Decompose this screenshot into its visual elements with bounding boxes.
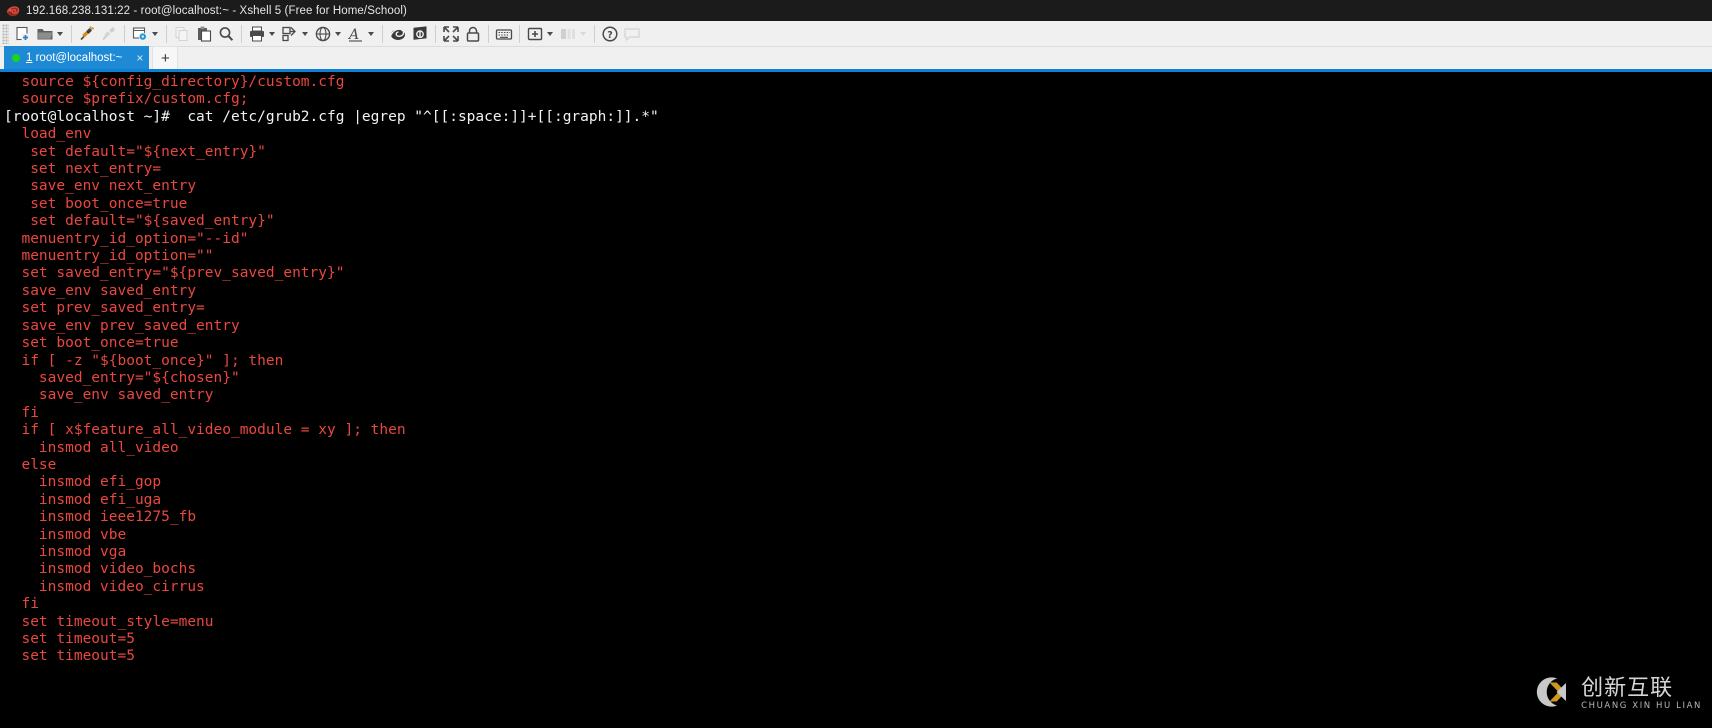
session-properties-caret[interactable] bbox=[152, 31, 158, 36]
terminal-line: menuentry_id_option="" bbox=[4, 248, 214, 265]
terminal-line: set timeout_style=menu bbox=[4, 613, 214, 630]
terminal-line: saved_entry="${chosen}" bbox=[4, 369, 240, 386]
find-button[interactable] bbox=[215, 23, 237, 45]
new-session-button[interactable] bbox=[12, 23, 34, 45]
terminal-output-area[interactable]: source ${config_directory}/custom.cfg so… bbox=[0, 72, 1712, 723]
terminal-line: set boot_once=true bbox=[4, 195, 188, 212]
main-toolbar: A ? bbox=[0, 21, 1712, 47]
terminal-line: insmod efi_gop bbox=[4, 474, 162, 491]
terminal-line: set prev_saved_entry= bbox=[4, 300, 205, 317]
fullscreen-button[interactable] bbox=[440, 23, 462, 45]
watermark: 创新互联 CHUANG XIN HU LIAN bbox=[1527, 672, 1702, 717]
session-tab-label: 1 root@localhost:~ bbox=[26, 52, 122, 64]
terminal-line: insmod video_bochs bbox=[4, 561, 197, 578]
terminal-line: if [ -z "${boot_once}" ]; then bbox=[4, 352, 284, 369]
terminal-line: set boot_once=true bbox=[4, 335, 179, 352]
terminal-line: set saved_entry="${prev_saved_entry}" bbox=[4, 265, 345, 282]
chat-button bbox=[621, 23, 643, 45]
xshell-app-icon bbox=[6, 4, 20, 18]
xftp-button[interactable] bbox=[409, 23, 431, 45]
title-bar: 192.168.238.131:22 - root@localhost:~ - … bbox=[0, 0, 1712, 21]
disconnect-button bbox=[98, 23, 120, 45]
terminal-line: set default="${next_entry}" bbox=[4, 143, 266, 160]
connect-button[interactable] bbox=[76, 23, 98, 45]
font-button[interactable]: A bbox=[345, 23, 378, 45]
terminal-line: if [ x$feature_all_video_module = xy ]; … bbox=[4, 422, 406, 439]
terminal-line: set default="${saved_entry}" bbox=[4, 213, 275, 230]
toolbar-separator bbox=[382, 24, 383, 43]
terminal-line: source ${config_directory}/custom.cfg bbox=[4, 74, 345, 90]
terminal-line: fi bbox=[4, 404, 39, 421]
terminal-line: source $prefix/custom.cfg; bbox=[4, 91, 249, 108]
window-title: 192.168.238.131:22 - root@localhost:~ - … bbox=[26, 4, 407, 17]
font-caret[interactable] bbox=[368, 31, 374, 36]
terminal-line: insmod all_video bbox=[4, 439, 179, 456]
new-tab-button[interactable]: + bbox=[152, 46, 179, 69]
file-transfer-button[interactable] bbox=[279, 23, 312, 45]
session-tab-1[interactable]: 1 root@localhost:~ × bbox=[4, 46, 150, 69]
toolbar-separator bbox=[241, 24, 242, 43]
terminal-line: fi bbox=[4, 596, 39, 613]
toolbar-separator bbox=[124, 24, 125, 43]
terminal-line: insmod efi_uga bbox=[4, 491, 162, 508]
toolbar-separator bbox=[166, 24, 167, 43]
print-button[interactable] bbox=[246, 23, 279, 45]
terminal-line: insmod ieee1275_fb bbox=[4, 509, 197, 526]
tab-strip: 1 root@localhost:~ × + bbox=[0, 46, 1712, 72]
help-button[interactable]: ? bbox=[599, 23, 621, 45]
browser-button[interactable] bbox=[312, 23, 345, 45]
session-properties-button[interactable] bbox=[129, 23, 162, 45]
terminal-line: insmod vbe bbox=[4, 526, 127, 543]
terminal-line: save_env next_entry bbox=[4, 178, 197, 195]
terminal-line: save_env prev_saved_entry bbox=[4, 317, 240, 334]
print-caret[interactable] bbox=[269, 31, 275, 36]
chuangxinhulian-logo-icon bbox=[1527, 672, 1573, 717]
terminal-line: menuentry_id_option="--id" bbox=[4, 230, 249, 247]
terminal-line: insmod video_cirrus bbox=[4, 578, 205, 595]
toolbar-separator bbox=[519, 24, 520, 43]
toolbar-grip[interactable] bbox=[2, 23, 9, 44]
toolbar-separator bbox=[488, 24, 489, 43]
watermark-chinese: 创新互联 bbox=[1581, 676, 1674, 701]
add-panel-caret[interactable] bbox=[547, 31, 553, 36]
terminal-line: load_env bbox=[4, 126, 92, 143]
watermark-text: 创新互联 CHUANG XIN HU LIAN bbox=[1581, 677, 1702, 712]
terminal-line: set next_entry= bbox=[4, 161, 162, 178]
file-transfer-caret[interactable] bbox=[302, 31, 308, 36]
arrange-layout-caret bbox=[580, 31, 586, 36]
svg-text:?: ? bbox=[607, 30, 613, 41]
terminal-lines: source ${config_directory}/custom.cfg so… bbox=[0, 74, 1712, 666]
watermark-pinyin: CHUANG XIN HU LIAN bbox=[1581, 701, 1702, 711]
paste-button[interactable] bbox=[193, 23, 215, 45]
xshell-button[interactable] bbox=[387, 23, 409, 45]
open-session-button[interactable] bbox=[34, 23, 67, 45]
browser-caret[interactable] bbox=[335, 31, 341, 36]
toolbar-separator bbox=[594, 24, 595, 43]
copy-button bbox=[171, 23, 193, 45]
terminal-line: save_env saved_entry bbox=[4, 387, 214, 404]
connection-status-dot bbox=[12, 53, 20, 62]
add-panel-button[interactable] bbox=[524, 23, 557, 45]
terminal-line: else bbox=[4, 456, 57, 473]
toolbar-separator bbox=[71, 24, 72, 43]
arrange-layout-button bbox=[557, 23, 590, 45]
terminal-line: [root@localhost ~]# cat /etc/grub2.cfg |… bbox=[4, 108, 659, 125]
terminal-line: set timeout=5 bbox=[4, 648, 135, 665]
keyboard-button[interactable] bbox=[493, 23, 515, 45]
lock-button[interactable] bbox=[462, 23, 484, 45]
open-session-caret[interactable] bbox=[57, 31, 63, 36]
close-icon[interactable]: × bbox=[136, 52, 143, 64]
terminal-line: set timeout=5 bbox=[4, 631, 135, 647]
toolbar-separator bbox=[435, 24, 436, 43]
terminal-line: save_env saved_entry bbox=[4, 282, 197, 299]
session-tab-title: root@localhost:~ bbox=[32, 51, 123, 64]
terminal-line: insmod vga bbox=[4, 543, 127, 560]
